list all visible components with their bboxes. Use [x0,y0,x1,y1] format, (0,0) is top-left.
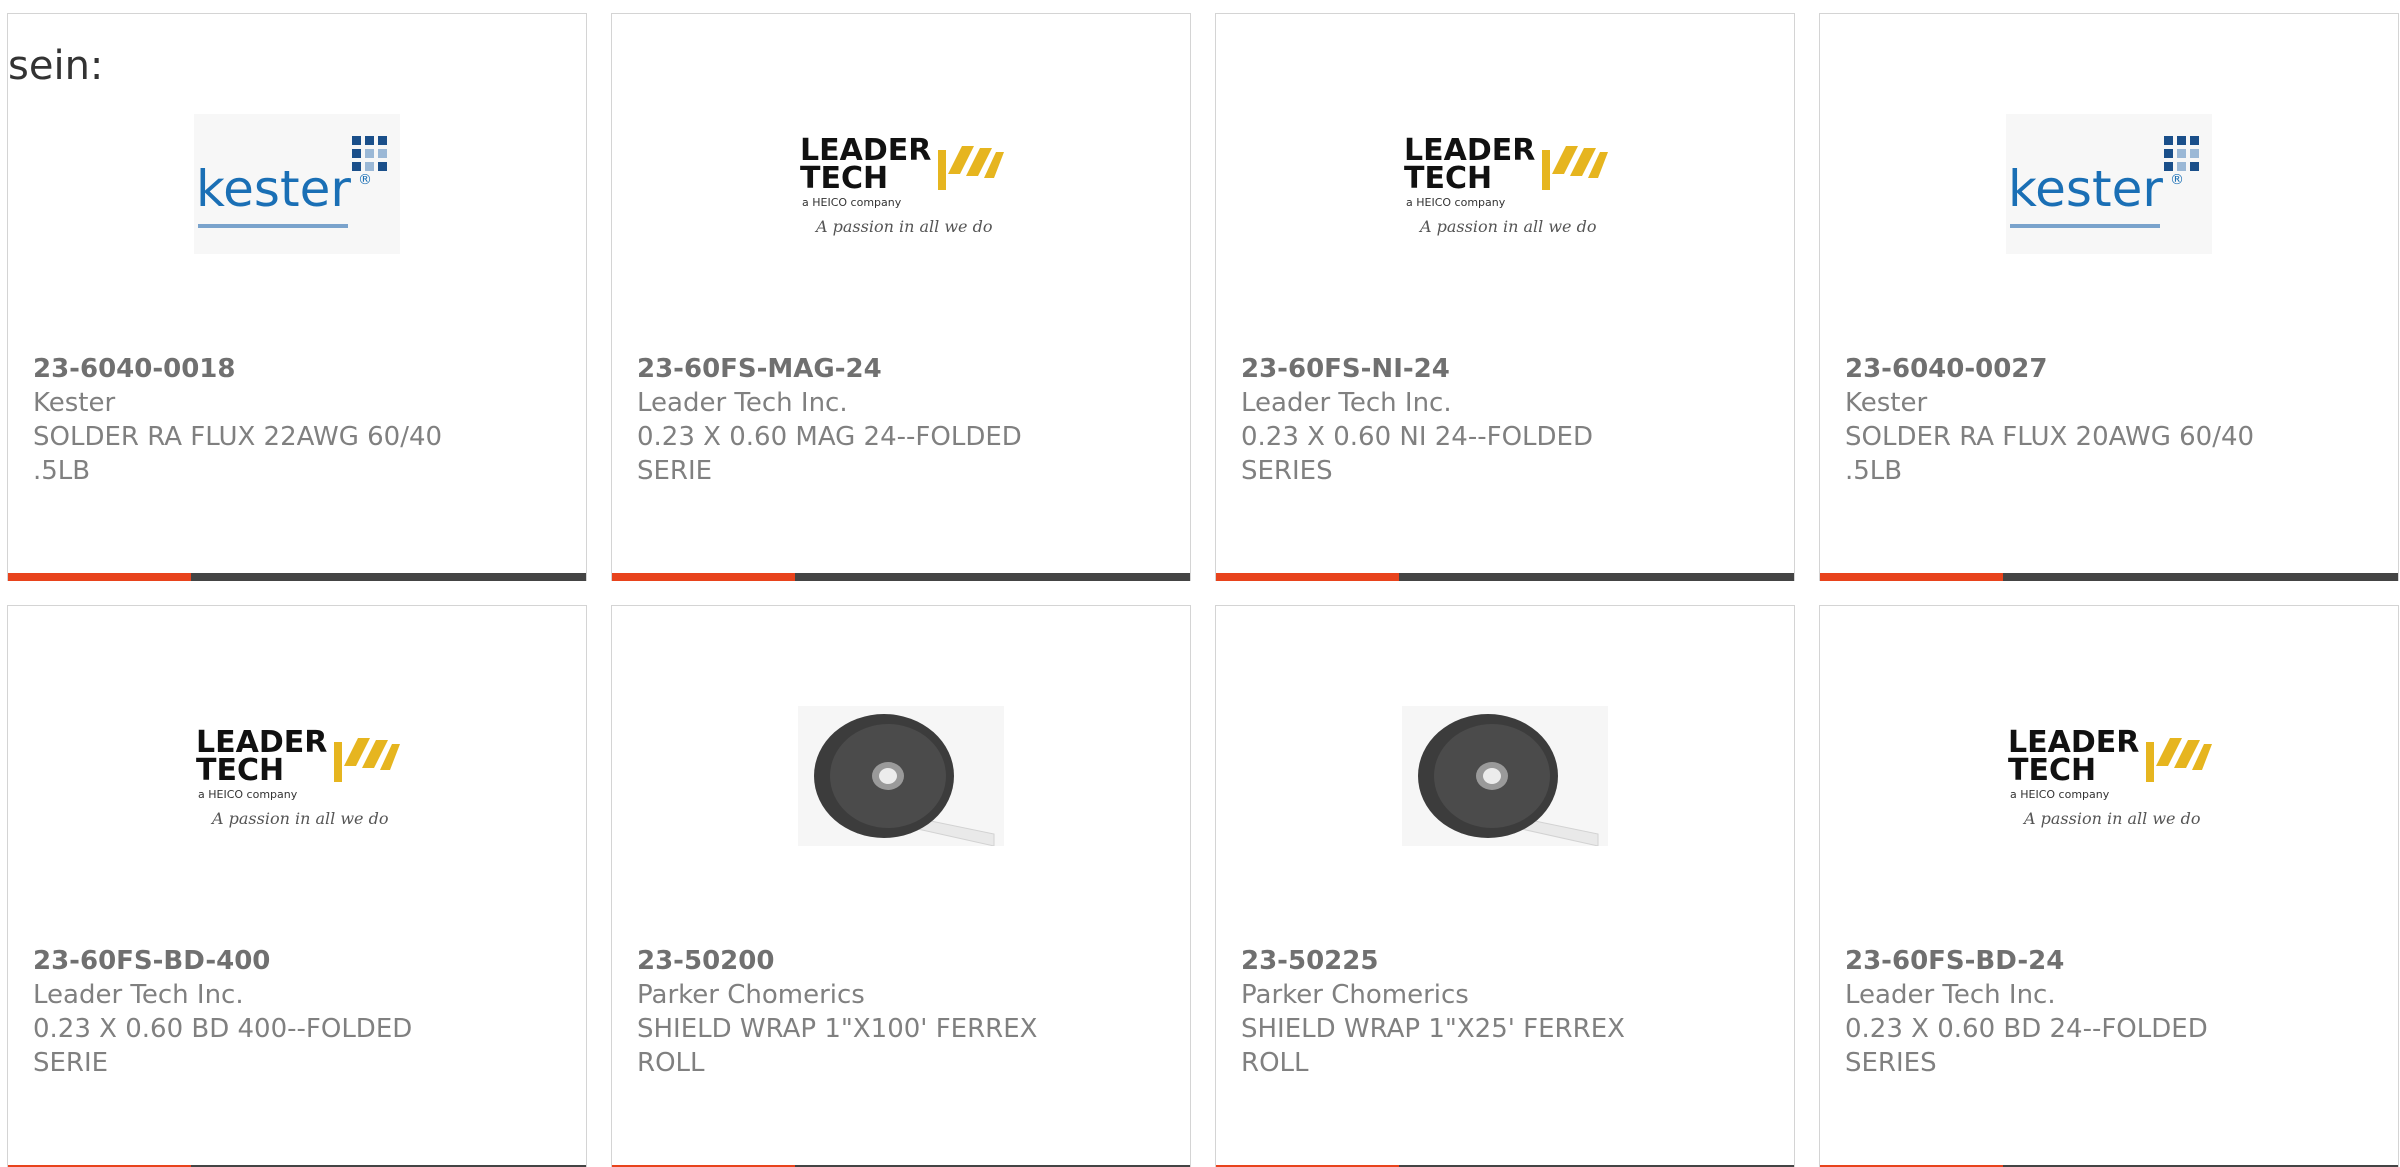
description: 0.23 X 0.60 BD 24--FOLDED SERIES [1845,1014,2208,1078]
manufacturer: Parker Chomerics [637,980,865,1010]
manufacturer: Leader Tech Inc. [1241,388,1452,418]
kester-logo: kester ® [2006,114,2212,254]
leader-tech-logo: LEADER TECH a HEICO company A passion in… [1402,114,1608,254]
card-bottom-bar [1820,573,2398,581]
product-image: LEADER TECH a HEICO company A passion in… [612,94,1190,274]
svg-text:a HEICO company: a HEICO company [2010,788,2110,801]
product-card[interactable]: LEADER TECH a HEICO company A passion in… [1215,13,1795,581]
part-number[interactable]: 23-50200 [637,944,1057,978]
card-accent-bar [612,573,795,581]
product-card[interactable]: 23-50225 Parker Chomerics SHIELD WRAP 1"… [1215,605,1795,1167]
svg-text:a HEICO company: a HEICO company [1406,196,1506,209]
product-card[interactable]: 23-50200 Parker Chomerics SHIELD WRAP 1"… [611,605,1191,1167]
part-number[interactable]: 23-50225 [1241,944,1661,978]
product-image: LEADER TECH a HEICO company A passion in… [1820,686,2398,866]
description: 0.23 X 0.60 MAG 24--FOLDED SERIE [637,422,1022,486]
manufacturer: Kester [33,388,116,418]
product-image [612,686,1190,866]
product-card[interactable]: kester ® 23-6040-0018 Kester SOLDER RA F… [7,13,587,581]
product-grid-page: sein: kester ® 23-6040-0018 Kester SOLDE… [0,0,2400,1167]
leader-tech-logo: LEADER TECH a HEICO company A passion in… [798,114,1004,254]
manufacturer: Kester [1845,388,1928,418]
svg-text:kester: kester [2008,160,2163,218]
product-image: kester ® [8,94,586,274]
svg-text:A passion in all we do: A passion in all we do [2022,809,2200,828]
description: SHIELD WRAP 1"X25' FERREX ROLL [1241,1014,1625,1078]
product-image: LEADER TECH a HEICO company A passion in… [1216,94,1794,274]
part-number[interactable]: 23-60FS-BD-24 [1845,944,2265,978]
part-number[interactable]: 23-60FS-NI-24 [1241,352,1661,386]
svg-text:A passion in all we do: A passion in all we do [814,217,992,236]
part-number[interactable]: 23-6040-0027 [1845,352,2265,386]
card-bottom-bar [612,573,1190,581]
part-number[interactable]: 23-60FS-MAG-24 [637,352,1057,386]
svg-text:TECH: TECH [2008,753,2096,788]
manufacturer: Leader Tech Inc. [637,388,848,418]
product-card[interactable]: LEADER TECH a HEICO company A passion in… [1819,605,2399,1167]
kester-logo: kester ® [194,114,400,254]
card-accent-bar [1820,573,2003,581]
svg-text:a HEICO company: a HEICO company [802,196,902,209]
svg-text:TECH: TECH [1404,161,1492,196]
intro-text: sein: [8,43,104,89]
svg-text:A passion in all we do: A passion in all we do [210,809,388,828]
product-grid: kester ® 23-6040-0018 Kester SOLDER RA F… [7,13,2400,1167]
description: 0.23 X 0.60 BD 400--FOLDED SERIE [33,1014,413,1078]
svg-text:TECH: TECH [196,753,284,788]
leader-tech-logo: LEADER TECH a HEICO company A passion in… [2006,706,2212,846]
product-card[interactable]: LEADER TECH a HEICO company A passion in… [7,605,587,1167]
product-card[interactable]: kester ® 23-6040-0027 Kester SOLDER RA F… [1819,13,2399,581]
description: SOLDER RA FLUX 22AWG 60/40 .5LB [33,422,443,486]
part-number[interactable]: 23-6040-0018 [33,352,453,386]
part-number[interactable]: 23-60FS-BD-400 [33,944,453,978]
card-accent-bar [1216,573,1399,581]
svg-text:A passion in all we do: A passion in all we do [1418,217,1596,236]
svg-text:a HEICO company: a HEICO company [198,788,298,801]
product-card[interactable]: LEADER TECH a HEICO company A passion in… [611,13,1191,581]
product-image: LEADER TECH a HEICO company A passion in… [8,686,586,866]
svg-text:®: ® [358,172,372,188]
card-bottom-bar [8,573,586,581]
manufacturer: Leader Tech Inc. [33,980,244,1010]
card-bottom-bar [1216,573,1794,581]
manufacturer: Leader Tech Inc. [1845,980,2056,1010]
tape-roll-photo [1402,706,1608,846]
card-accent-bar [8,573,191,581]
product-image [1216,686,1794,866]
description: SHIELD WRAP 1"X100' FERREX ROLL [637,1014,1038,1078]
manufacturer: Parker Chomerics [1241,980,1469,1010]
leader-tech-logo: LEADER TECH a HEICO company A passion in… [194,706,400,846]
description: SOLDER RA FLUX 20AWG 60/40 .5LB [1845,422,2255,486]
svg-text:®: ® [2170,172,2184,188]
product-image: kester ® [1820,94,2398,274]
svg-text:TECH: TECH [800,161,888,196]
description: 0.23 X 0.60 NI 24--FOLDED SERIES [1241,422,1593,486]
svg-text:kester: kester [196,160,351,218]
tape-roll-photo [798,706,1004,846]
